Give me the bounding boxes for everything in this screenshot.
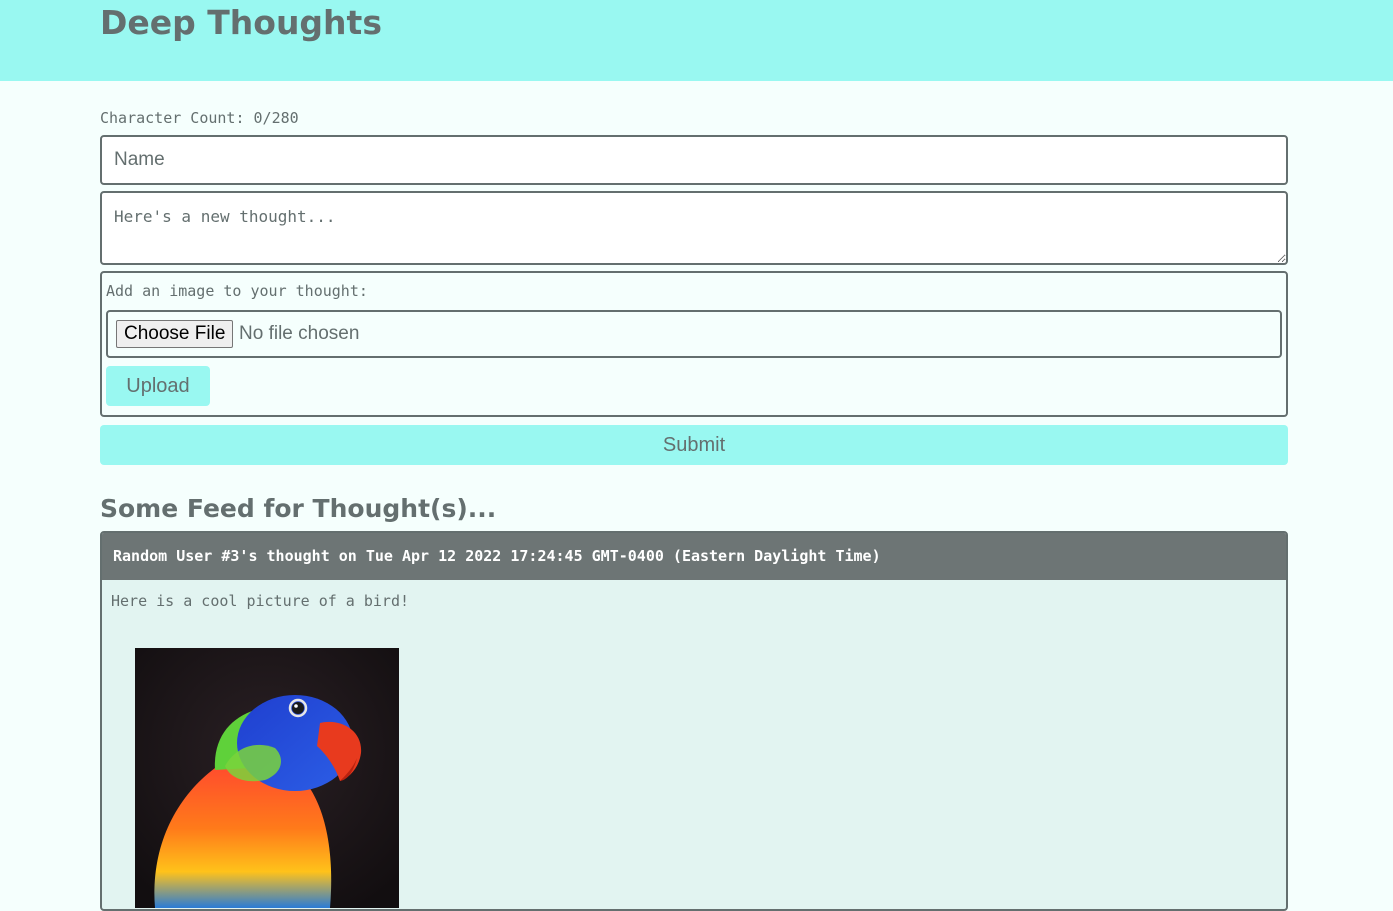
choose-file-button[interactable]: Choose File: [116, 320, 234, 348]
image-upload-label: Add an image to your thought:: [106, 282, 368, 300]
site-title: Deep Thoughts: [100, 3, 382, 42]
thought-card-header[interactable]: Random User #3's thought on Tue Apr 12 2…: [102, 533, 1286, 580]
thought-textarea[interactable]: [100, 191, 1288, 265]
feed-title: Some Feed for Thought(s)...: [100, 494, 497, 523]
thought-card: Random User #3's thought on Tue Apr 12 2…: [100, 531, 1288, 911]
character-count: Character Count: 0/280: [100, 109, 299, 127]
file-status-text: No file chosen: [239, 323, 360, 344]
upload-button[interactable]: Upload: [106, 366, 210, 406]
file-input[interactable]: Choose File No file chosen: [106, 310, 1282, 358]
thought-text: Here is a cool picture of a bird!: [111, 592, 410, 610]
image-upload-section: Add an image to your thought: Choose Fil…: [100, 271, 1288, 417]
submit-button[interactable]: Submit: [100, 425, 1288, 465]
site-header: Deep Thoughts: [0, 0, 1393, 81]
bird-photo-icon: [135, 648, 399, 908]
name-input[interactable]: [100, 135, 1288, 185]
thought-image: [135, 648, 399, 908]
